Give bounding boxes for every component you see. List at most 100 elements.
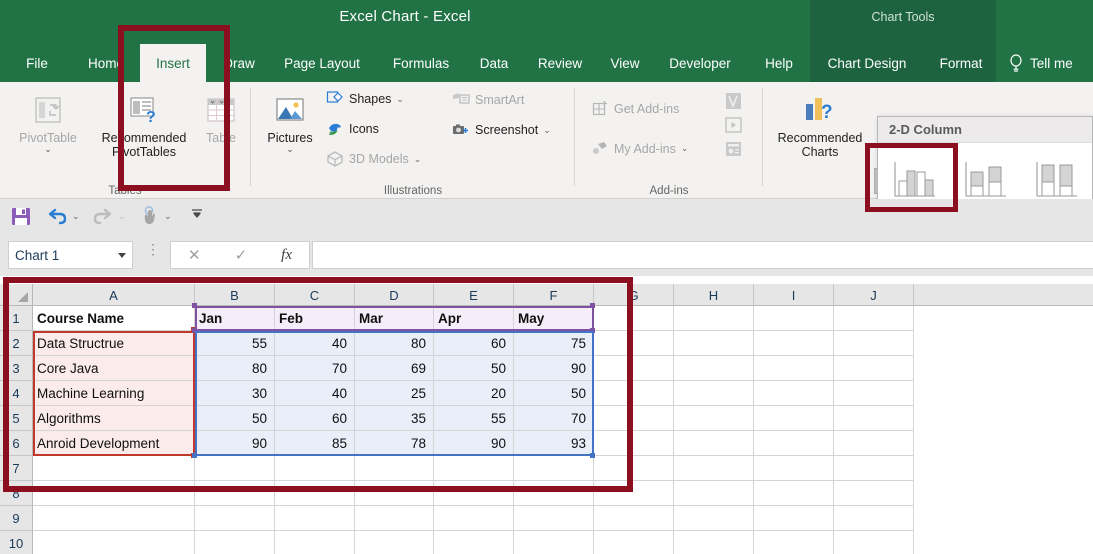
cell-D3[interactable]: 69 (355, 356, 434, 381)
cell-G2[interactable] (594, 331, 674, 356)
cell-E6[interactable]: 90 (434, 431, 514, 456)
chevron-down-icon[interactable]: ⌄ (118, 211, 126, 222)
column-header-C[interactable]: C (275, 284, 355, 306)
cell-E4[interactable]: 20 (434, 381, 514, 406)
chevron-down-icon[interactable]: ⌄ (414, 154, 422, 165)
ribbon-tab-format[interactable]: Format (928, 44, 994, 82)
cell-J9[interactable] (834, 506, 914, 531)
column-header-I[interactable]: I (754, 284, 834, 306)
cell-F9[interactable] (514, 506, 594, 531)
row-header-7[interactable]: 7 (0, 456, 33, 481)
cell-E3[interactable]: 50 (434, 356, 514, 381)
ribbon-tab-file[interactable]: File (14, 44, 60, 82)
row-header-10[interactable]: 10 (0, 531, 33, 554)
pivottable-button[interactable]: PivotTable ⌄ (10, 94, 86, 153)
series-header-range-handle[interactable] (590, 328, 595, 333)
series-header-range-handle[interactable] (192, 303, 197, 308)
screenshot-button[interactable]: Screenshot ⌄ (452, 121, 551, 139)
cell-A5[interactable]: Algorithms (33, 406, 195, 431)
cell-G9[interactable] (594, 506, 674, 531)
cell-C6[interactable]: 85 (275, 431, 355, 456)
pictures-button[interactable]: Pictures ⌄ (260, 94, 320, 153)
cell-I9[interactable] (754, 506, 834, 531)
save-button[interactable] (10, 205, 32, 232)
cell-C10[interactable] (275, 531, 355, 554)
shapes-button[interactable]: Shapes ⌄ (326, 90, 404, 108)
cell-F1[interactable]: May (514, 306, 594, 331)
chevron-down-icon[interactable]: ⌄ (681, 143, 689, 154)
cell-B6[interactable]: 90 (195, 431, 275, 456)
cell-I5[interactable] (754, 406, 834, 431)
data-range-handle[interactable] (590, 453, 595, 458)
cell-J3[interactable] (834, 356, 914, 381)
ribbon-tab-insert[interactable]: Insert (140, 44, 206, 82)
cell-D9[interactable] (355, 506, 434, 531)
cell-F3[interactable]: 90 (514, 356, 594, 381)
cell-J5[interactable] (834, 406, 914, 431)
formula-input[interactable] (312, 241, 1093, 269)
cell-C7[interactable] (275, 456, 355, 481)
cell-J1[interactable] (834, 306, 914, 331)
cell-H10[interactable] (674, 531, 754, 554)
cell-A6[interactable]: Anroid Development (33, 431, 195, 456)
ribbon-tab-formulas[interactable]: Formulas (380, 44, 462, 82)
row-header-8[interactable]: 8 (0, 481, 33, 506)
select-all-corner[interactable] (0, 284, 33, 306)
row-header-3[interactable]: 3 (0, 356, 33, 381)
cell-C3[interactable]: 70 (275, 356, 355, 381)
cell-A4[interactable]: Machine Learning (33, 381, 195, 406)
chevron-down-icon[interactable]: ⌄ (72, 211, 80, 222)
cell-J10[interactable] (834, 531, 914, 554)
ribbon-tab-review[interactable]: Review (527, 44, 593, 82)
column-header-A[interactable]: A (33, 284, 195, 306)
undo-button[interactable]: ⌄ (46, 205, 80, 227)
cell-E1[interactable]: Apr (434, 306, 514, 331)
cell-A2[interactable]: Data Structrue (33, 331, 195, 356)
cell-C8[interactable] (275, 481, 355, 506)
touch-mode-button[interactable]: ⌄ (138, 205, 172, 227)
cell-H1[interactable] (674, 306, 754, 331)
ribbon-tab-data[interactable]: Data (470, 44, 518, 82)
row-header-2[interactable]: 2 (0, 331, 33, 356)
cell-H8[interactable] (674, 481, 754, 506)
series-header-range-handle[interactable] (590, 303, 595, 308)
cell-F4[interactable]: 50 (514, 381, 594, 406)
chevron-down-icon[interactable]: ⌄ (396, 94, 404, 105)
cell-D6[interactable]: 78 (355, 431, 434, 456)
chevron-down-icon[interactable]: ⌄ (543, 125, 551, 136)
cell-C1[interactable]: Feb (275, 306, 355, 331)
enter-check-icon[interactable]: ✓ (235, 246, 248, 264)
smartart-button[interactable]: SmartArt (452, 91, 524, 109)
people-addin-icon[interactable] (722, 138, 746, 162)
cell-G7[interactable] (594, 456, 674, 481)
cell-G6[interactable] (594, 431, 674, 456)
cell-D5[interactable]: 35 (355, 406, 434, 431)
row-header-4[interactable]: 4 (0, 381, 33, 406)
cancel-x-icon[interactable]: ✕ (188, 246, 201, 264)
my-addins-button[interactable]: My Add-ins ⌄ (592, 140, 688, 157)
chevron-down-icon[interactable] (118, 253, 126, 258)
cell-G5[interactable] (594, 406, 674, 431)
cell-D1[interactable]: Mar (355, 306, 434, 331)
cell-C2[interactable]: 40 (275, 331, 355, 356)
column-header-J[interactable]: J (834, 284, 914, 306)
column-header-H[interactable]: H (674, 284, 754, 306)
cell-H7[interactable] (674, 456, 754, 481)
cell-C5[interactable]: 60 (275, 406, 355, 431)
cell-E7[interactable] (434, 456, 514, 481)
cell-B10[interactable] (195, 531, 275, 554)
cell-H5[interactable] (674, 406, 754, 431)
cell-F6[interactable]: 93 (514, 431, 594, 456)
insert-function-icon[interactable]: fx (281, 247, 292, 264)
column-header-E[interactable]: E (434, 284, 514, 306)
cell-B9[interactable] (195, 506, 275, 531)
chevron-down-icon[interactable]: ⌄ (164, 211, 172, 222)
icons-button[interactable]: Icons (326, 120, 379, 138)
cell-I8[interactable] (754, 481, 834, 506)
cell-G4[interactable] (594, 381, 674, 406)
cell-B2[interactable]: 55 (195, 331, 275, 356)
series-header-range-handle[interactable] (192, 328, 197, 333)
cell-B1[interactable]: Jan (195, 306, 275, 331)
ribbon-tab-help[interactable]: Help (752, 44, 806, 82)
visio-addin-icon[interactable] (722, 90, 746, 114)
